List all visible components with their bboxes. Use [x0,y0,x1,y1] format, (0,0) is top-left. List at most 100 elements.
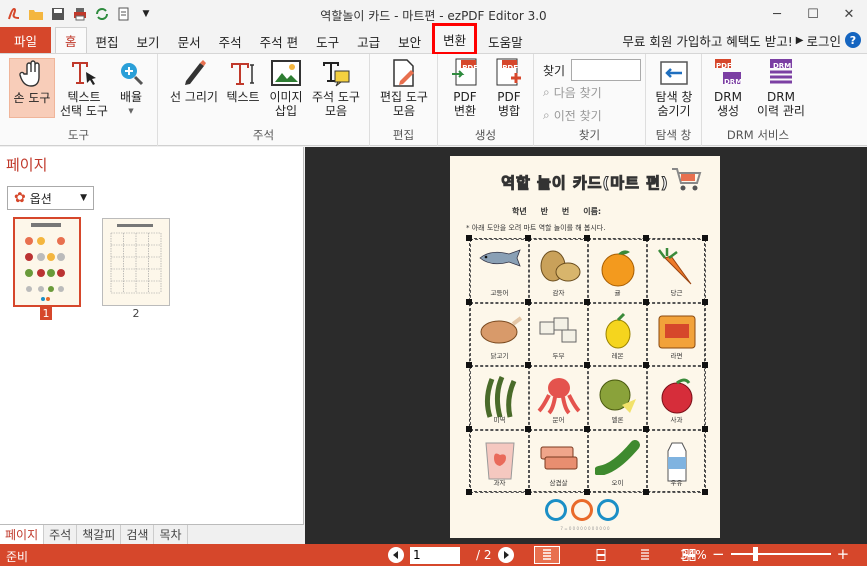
selection-handle[interactable] [643,425,649,432]
single-page-view-icon[interactable] [533,546,560,564]
zoom-out-button[interactable]: − [712,545,725,563]
help-icon[interactable]: ? [845,32,861,48]
selection-handle[interactable] [584,362,590,368]
selection-handle[interactable] [466,489,472,495]
insert-image-button[interactable]: 이미지 삽입 [266,58,306,118]
tab-document[interactable]: 문서 [169,29,210,53]
page-setup-icon[interactable] [116,6,132,22]
find-next-button[interactable]: ⌕ 다음 찾기 [543,84,602,101]
edit-tools-button[interactable]: 편집 도구 모음 [376,58,432,118]
hide-navpane-button[interactable]: 탐색 창 숨기기 [650,58,698,118]
maximize-button[interactable]: ☐ [795,0,831,28]
selection-handle[interactable] [525,425,531,432]
selection-handle[interactable] [584,425,590,432]
annot-tools-button[interactable]: 주석 도구 모음 [308,58,364,118]
left-tab-pages[interactable]: 페이지 [0,524,45,545]
pdf-convert-button[interactable]: PDF PDF 변환 [446,58,484,118]
minimize-button[interactable]: ─ [759,0,795,28]
find-input[interactable] [571,59,642,81]
zoom-slider-track[interactable] [730,547,831,561]
next-page-button[interactable] [497,547,514,563]
find-prev-button[interactable]: ⌕ 이전 찾기 [543,107,602,124]
document-page[interactable]: 역할 놀이 카드(마트 편) 학년 반 번 이름: * 아래 도안을 오려 마트… [450,156,720,538]
tab-convert[interactable]: 변환 [432,23,478,55]
zoom-slider[interactable]: − + [712,545,849,563]
save-icon[interactable] [50,6,66,22]
card-lemon[interactable]: 레몬 [588,302,647,366]
card-carrot[interactable]: 당근 [647,239,706,303]
hand-tool-button[interactable]: 손 도구 [9,58,55,118]
selection-handle[interactable] [643,489,649,495]
login-link[interactable]: 로그인 [806,31,841,50]
card-milk[interactable]: 우유 [647,429,706,493]
customize-dropdown-icon[interactable]: ▼ [138,6,154,22]
card-octopus[interactable]: 문어 [529,366,588,430]
text-annot-button[interactable]: 텍스트 [224,58,262,104]
selection-handle[interactable] [702,362,708,368]
card-cucumber[interactable]: 오이 [588,429,647,493]
card-seaweed[interactable]: 미역 [470,366,529,430]
selection-handle[interactable] [702,489,708,495]
card-porkbelly[interactable]: 삼겹살 [529,429,588,493]
selection-handle[interactable] [584,298,590,305]
close-button[interactable]: ✕ [831,0,867,28]
card-potato[interactable]: 감자 [529,239,588,303]
selection-handle[interactable] [643,298,649,305]
selection-handle[interactable] [702,235,708,241]
zoom-in-button[interactable]: + [837,545,850,563]
tab-security[interactable]: 보안 [389,29,430,53]
selection-handle[interactable] [466,298,472,305]
tab-home[interactable]: 홈 [55,27,87,53]
card-fish[interactable]: 고등어 [470,239,529,303]
selection-handle[interactable] [466,362,472,368]
drm-history-button[interactable]: DRM DRM 이력 관리 [752,58,810,118]
selection-handle[interactable] [525,298,531,305]
draw-line-button[interactable]: 선 그리기 [166,58,222,104]
card-chicken[interactable]: 닭고기 [470,302,529,366]
page-thumbnail-2[interactable] [102,218,170,306]
zoom-slider-handle[interactable] [752,547,758,561]
tab-help[interactable]: 도움말 [479,29,532,53]
selection-handle[interactable] [525,235,531,241]
print-icon[interactable] [72,6,88,22]
tab-annotation[interactable]: 주석 [210,29,251,53]
left-tab-toc[interactable]: 목차 [154,524,188,545]
card-melon[interactable]: 멜론 [588,366,647,430]
selection-handle[interactable] [584,489,590,495]
card-tofu[interactable]: 두부 [529,302,588,366]
selection-handle[interactable] [525,362,531,368]
selection-handle[interactable] [584,235,590,241]
tab-view[interactable]: 보기 [128,29,169,53]
document-viewer[interactable]: 역할 놀이 카드(마트 편) 학년 반 번 이름: * 아래 도안을 오려 마트… [305,147,867,544]
selection-handle[interactable] [466,235,472,241]
tab-tools[interactable]: 도구 [307,29,348,53]
left-tab-search[interactable]: 검색 [121,524,155,545]
card-ramen[interactable]: 라면 [647,302,706,366]
card-snack[interactable]: 과자 [470,429,529,493]
selection-handle[interactable] [643,235,649,241]
tab-advanced[interactable]: 고급 [348,29,389,53]
facing-view-icon[interactable] [632,546,658,564]
selection-handle[interactable] [525,489,531,495]
options-button[interactable]: ✿ 옵션 ▼ [7,186,94,210]
page-number-input[interactable]: 1 [410,546,460,564]
tab-file[interactable]: 파일 [0,27,52,53]
promo-link[interactable]: 무료 회원 가입하고 혜택도 받고! [622,31,792,50]
selection-handle[interactable] [643,362,649,368]
zoom-button[interactable]: 배율 ▼ [113,58,149,118]
prev-page-button[interactable] [388,547,404,563]
selection-handle[interactable] [466,425,472,432]
pdf-merge-button[interactable]: PDF PDF 병합 [490,58,528,118]
open-folder-icon[interactable] [28,6,44,22]
tab-annotation-edit[interactable]: 주석 편 [251,29,307,53]
left-tab-annotations[interactable]: 주석 [44,524,78,545]
drm-create-button[interactable]: PDF DRM DRM 생성 [708,58,748,118]
selection-handle[interactable] [702,298,708,305]
selection-handle[interactable] [702,425,708,432]
refresh-icon[interactable] [94,6,110,22]
continuous-view-icon[interactable] [588,546,614,564]
page-thumbnail-1[interactable] [13,217,81,307]
left-tab-bookmarks[interactable]: 책갈피 [77,524,122,545]
text-select-tool-button[interactable]: 텍스트 선택 도구 [57,58,111,118]
card-apple[interactable]: 사과 [647,366,706,430]
